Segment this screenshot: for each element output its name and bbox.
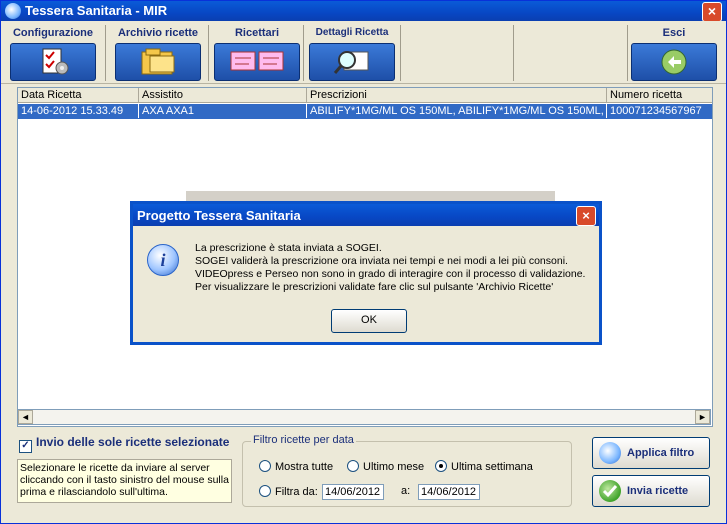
ok-button[interactable]: OK	[331, 309, 407, 333]
toolbar-separator	[513, 25, 514, 81]
ultima-settimana-label: Ultima settimana	[451, 461, 533, 473]
dialog-line: Per visualizzare le prescrizioni validat…	[195, 281, 554, 293]
esci-label: Esci	[662, 27, 686, 39]
dialog-line: La prescrizione è stata inviata a SOGEI.	[195, 242, 382, 254]
dialog-title-bar[interactable]: Progetto Tessera Sanitaria ×	[133, 204, 599, 226]
toolbar-separator	[627, 25, 628, 81]
title-bar[interactable]: Tessera Sanitaria - MIR ×	[1, 1, 726, 22]
filter-group: Filtro ricette per data Mostra tutte Ult…	[242, 434, 572, 507]
search-icon	[599, 442, 621, 464]
ultimo-mese-label: Ultimo mese	[363, 461, 425, 473]
dialog-close-button[interactable]: ×	[576, 206, 596, 226]
scroll-right-icon[interactable]: ►	[695, 410, 710, 424]
help-note: Selezionare le ricette da inviare al ser…	[17, 459, 232, 503]
cell-numero-ricetta: 100071234567967	[610, 105, 702, 117]
dialog-title: Progetto Tessera Sanitaria	[137, 208, 301, 223]
esci-button[interactable]: Esci	[629, 23, 719, 81]
date-from-field[interactable]: 14/06/2012	[322, 484, 384, 500]
date-to-label: a:	[401, 485, 411, 497]
radio-circle[interactable]	[259, 460, 271, 472]
checkbox-box[interactable]: ✓	[19, 440, 32, 453]
mostra-tutte-label: Mostra tutte	[275, 461, 334, 473]
background-panel	[186, 191, 555, 201]
table-row[interactable]: 14-06-2012 15.33.49 AXA AXA1 ABILIFY*1MG…	[18, 104, 712, 119]
invia-ricette-label: Invia ricette	[627, 485, 689, 497]
check-icon	[599, 480, 621, 502]
ricettari-label: Ricettari	[234, 27, 280, 39]
message-dialog: Progetto Tessera Sanitaria × i La prescr…	[130, 201, 602, 345]
app-icon	[5, 3, 21, 19]
prescription-pad-icon	[214, 43, 300, 81]
ricettari-button[interactable]: Ricettari	[213, 23, 301, 81]
configurazione-button[interactable]: Configurazione	[7, 23, 99, 81]
cell-prescrizioni: ABILIFY*1MG/ML OS 150ML, ABILIFY*1MG/ML …	[307, 104, 607, 118]
dettagli-ricetta-button[interactable]: Dettagli Ricetta	[307, 23, 397, 81]
radio-ultima-settimana[interactable]: Ultima settimana	[435, 460, 533, 473]
radio-filtra-da[interactable]: Filtra da:	[259, 485, 318, 498]
configurazione-label: Configurazione	[12, 27, 94, 39]
header-numero-ricetta[interactable]: Numero ricetta	[607, 88, 712, 102]
radio-circle-selected[interactable]	[435, 460, 447, 472]
close-button[interactable]: ×	[702, 2, 722, 22]
magnifier-icon	[309, 43, 395, 81]
grid-header: Data Ricetta Assistito Prescrizioni Nume…	[18, 88, 712, 103]
toolbar-separator	[400, 25, 401, 81]
cell-assistito: AXA AXA1	[139, 104, 307, 118]
filtra-da-label: Filtra da:	[275, 486, 318, 498]
applica-filtro-label: Applica filtro	[627, 447, 695, 459]
toolbar-separator	[303, 25, 304, 81]
header-data-ricetta[interactable]: Data Ricetta	[18, 88, 139, 102]
filter-legend: Filtro ricette per data	[251, 434, 356, 446]
radio-circle[interactable]	[259, 485, 271, 497]
dettagli-label: Dettagli Ricetta	[315, 27, 389, 38]
applica-filtro-button[interactable]: Applica filtro	[592, 437, 710, 469]
window-title: Tessera Sanitaria - MIR	[25, 3, 168, 18]
archivio-ricette-button[interactable]: Archivio ricette	[111, 23, 205, 81]
archivio-label: Archivio ricette	[117, 27, 199, 39]
header-prescrizioni[interactable]: Prescrizioni	[307, 88, 607, 102]
dialog-line: VIDEOpress e Perseo non sono in grado di…	[195, 268, 586, 280]
invio-selezionate-checkbox[interactable]: ✓ Invio delle sole ricette selezionate	[19, 435, 229, 453]
horizontal-scrollbar[interactable]: ◄ ►	[17, 409, 711, 425]
radio-mostra-tutte[interactable]: Mostra tutte	[259, 460, 333, 473]
scroll-left-icon[interactable]: ◄	[18, 410, 33, 424]
date-to-field[interactable]: 14/06/2012	[418, 484, 480, 500]
header-assistito[interactable]: Assistito	[139, 88, 307, 102]
invio-selezionate-label: Invio delle sole ricette selezionate	[36, 435, 230, 449]
toolbar-separator	[208, 25, 209, 81]
dialog-message: La prescrizione è stata inviata a SOGEI.…	[195, 242, 595, 294]
toolbar: Configurazione Archivio ricette Ricettar…	[1, 21, 726, 84]
settings-checklist-icon	[10, 43, 96, 81]
cell-data-ricetta: 14-06-2012 15.33.49	[18, 104, 139, 118]
main-window: Tessera Sanitaria - MIR × Configurazione…	[0, 0, 727, 524]
toolbar-separator	[105, 25, 106, 81]
exit-icon	[631, 43, 717, 81]
radio-circle[interactable]	[347, 460, 359, 472]
invia-ricette-button[interactable]: Invia ricette	[592, 475, 710, 507]
folder-icon	[115, 43, 201, 81]
info-icon: i	[147, 244, 179, 276]
radio-ultimo-mese[interactable]: Ultimo mese	[347, 460, 424, 473]
dialog-line: SOGEI validerà la prescrizione ora invia…	[195, 255, 568, 267]
